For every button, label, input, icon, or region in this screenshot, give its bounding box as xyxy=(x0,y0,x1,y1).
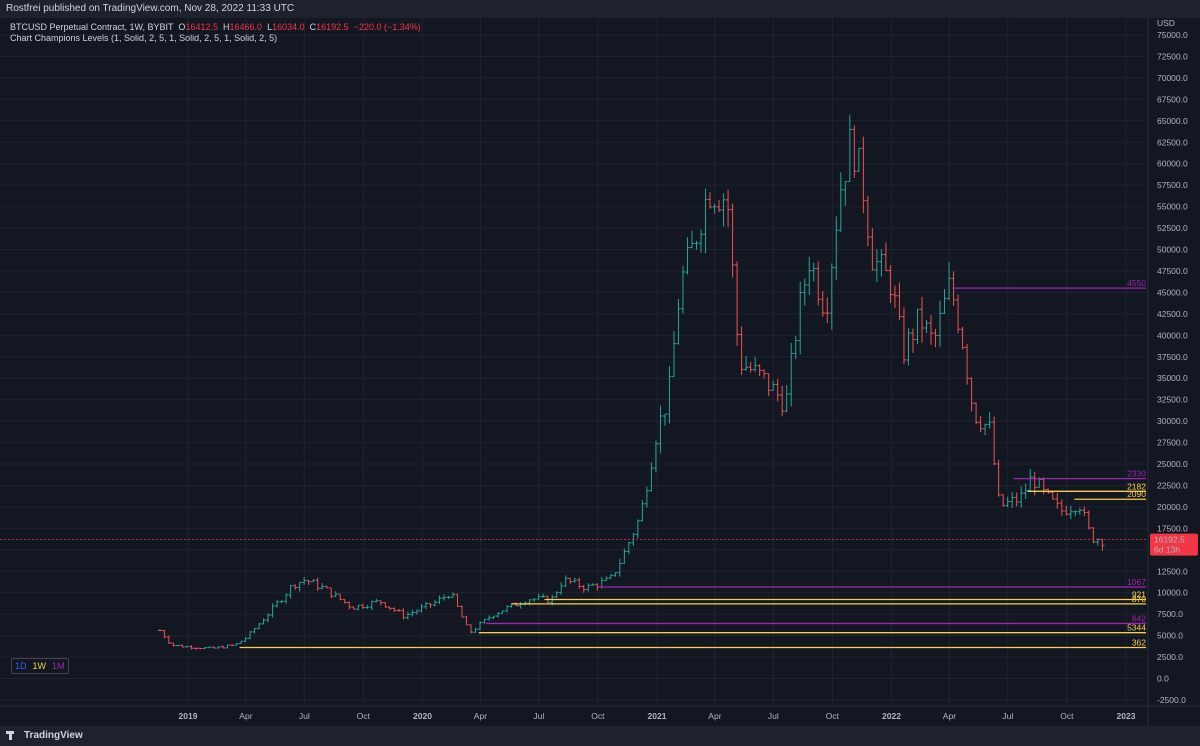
level-label: 1067 xyxy=(1127,577,1146,587)
y-tick-label: 57500.0 xyxy=(1157,180,1188,190)
x-tick-label: Jul xyxy=(1002,711,1013,721)
y-tick-label: 70000.0 xyxy=(1157,73,1188,83)
timeframe-1d-button[interactable]: 1D xyxy=(12,659,30,673)
x-tick-label: 2020 xyxy=(413,711,432,721)
open-value: 16412.5 xyxy=(185,22,218,32)
y-tick-label: 72500.0 xyxy=(1157,51,1188,61)
y-tick-label: 75000.0 xyxy=(1157,30,1188,40)
y-tick-label: 40000.0 xyxy=(1157,330,1188,340)
x-tick-label: Jul xyxy=(533,711,544,721)
last-price-label: 16192.5 xyxy=(1154,535,1185,545)
y-tick-label: 45000.0 xyxy=(1157,287,1188,297)
symbol-name[interactable]: BTCUSD Perpetual Contract, 1W, BYBIT xyxy=(10,22,173,32)
tradingview-logo-text: TradingView xyxy=(24,730,83,741)
axis-unit-label: USD xyxy=(1157,18,1175,28)
x-tick-label: Apr xyxy=(239,711,252,721)
level-label: 870 xyxy=(1132,594,1146,604)
timeframe-1w-button[interactable]: 1W xyxy=(30,659,50,673)
level-label: 4550 xyxy=(1127,278,1146,288)
footer-bar: TradingView xyxy=(0,726,1200,746)
y-tick-label: 50000.0 xyxy=(1157,245,1188,255)
chart-area[interactable]: -2500.0 0.0 2500.0 5000.0 7500.0 10000.0 12500… xyxy=(0,18,1200,726)
level-label: 2330 xyxy=(1127,469,1146,479)
y-tick-label: 65000.0 xyxy=(1157,116,1188,126)
symbol-row: BTCUSD Perpetual Contract, 1W, BYBIT O16… xyxy=(10,22,421,33)
y-tick-label: 55000.0 xyxy=(1157,202,1188,212)
x-tick-label: Apr xyxy=(474,711,487,721)
low-value: 16034.0 xyxy=(272,22,305,32)
y-tick-label: 37500.0 xyxy=(1157,352,1188,362)
y-tick-label: 62500.0 xyxy=(1157,137,1188,147)
x-tick-label: Oct xyxy=(591,711,605,721)
timeframe-1m-button[interactable]: 1M xyxy=(49,659,68,673)
level-label: 362 xyxy=(1132,637,1146,647)
header-bar: Rostfrei published on TradingView.com, N… xyxy=(0,0,1200,18)
close-value: 16192.5 xyxy=(316,22,349,32)
y-tick-label: 32500.0 xyxy=(1157,395,1188,405)
y-tick-label: 17500.0 xyxy=(1157,523,1188,533)
price-chart[interactable]: -2500.0 0.0 2500.0 5000.0 7500.0 10000.0 12500… xyxy=(0,18,1200,726)
y-tick-label: 60000.0 xyxy=(1157,159,1188,169)
y-tick-label: 5000.0 xyxy=(1157,631,1183,641)
tradingview-logo-icon xyxy=(6,731,20,740)
y-tick-label: 25000.0 xyxy=(1157,459,1188,469)
y-tick-label: 42500.0 xyxy=(1157,309,1188,319)
chart-legend: BTCUSD Perpetual Contract, 1W, BYBIT O16… xyxy=(10,22,421,44)
timeframe-switcher: 1D 1W 1M xyxy=(11,658,69,674)
x-tick-label: Oct xyxy=(1060,711,1074,721)
last-price-countdown: 6d 13h xyxy=(1154,545,1180,555)
y-tick-label: -2500.0 xyxy=(1157,695,1186,705)
x-tick-label: Jul xyxy=(299,711,310,721)
x-tick-label: Apr xyxy=(943,711,956,721)
chart-background xyxy=(0,18,1200,726)
x-tick-label: Oct xyxy=(826,711,840,721)
y-tick-label: 20000.0 xyxy=(1157,502,1188,512)
x-tick-label: Apr xyxy=(708,711,721,721)
y-tick-label: 52500.0 xyxy=(1157,223,1188,233)
x-tick-label: 2021 xyxy=(648,711,667,721)
y-tick-label: 35000.0 xyxy=(1157,373,1188,383)
x-tick-label: 2022 xyxy=(882,711,901,721)
x-tick-label: Jul xyxy=(768,711,779,721)
change-value: −220.0 (−1.34%) xyxy=(353,22,421,32)
indicator-row[interactable]: Chart Champions Levels (1, Solid, 2, 5, … xyxy=(10,33,421,44)
x-tick-label: 2023 xyxy=(1117,711,1136,721)
y-tick-label: 2500.0 xyxy=(1157,652,1183,662)
y-tick-label: 47500.0 xyxy=(1157,266,1188,276)
level-label: 2090 xyxy=(1127,489,1146,499)
y-tick-label: 10000.0 xyxy=(1157,588,1188,598)
y-tick-label: 27500.0 xyxy=(1157,438,1188,448)
y-tick-label: 67500.0 xyxy=(1157,94,1188,104)
high-value: 16466.0 xyxy=(229,22,263,32)
published-note: Rostfrei published on TradingView.com, N… xyxy=(6,3,295,14)
level-label: 5344 xyxy=(1127,623,1146,633)
y-tick-label: 30000.0 xyxy=(1157,416,1188,426)
x-tick-label: 2019 xyxy=(179,711,198,721)
y-tick-label: 22500.0 xyxy=(1157,480,1188,490)
y-tick-label: 12500.0 xyxy=(1157,566,1188,576)
x-tick-label: Oct xyxy=(357,711,371,721)
y-tick-label: 7500.0 xyxy=(1157,609,1183,619)
tradingview-logo[interactable]: TradingView xyxy=(6,730,83,741)
y-tick-label: 0.0 xyxy=(1157,674,1169,684)
